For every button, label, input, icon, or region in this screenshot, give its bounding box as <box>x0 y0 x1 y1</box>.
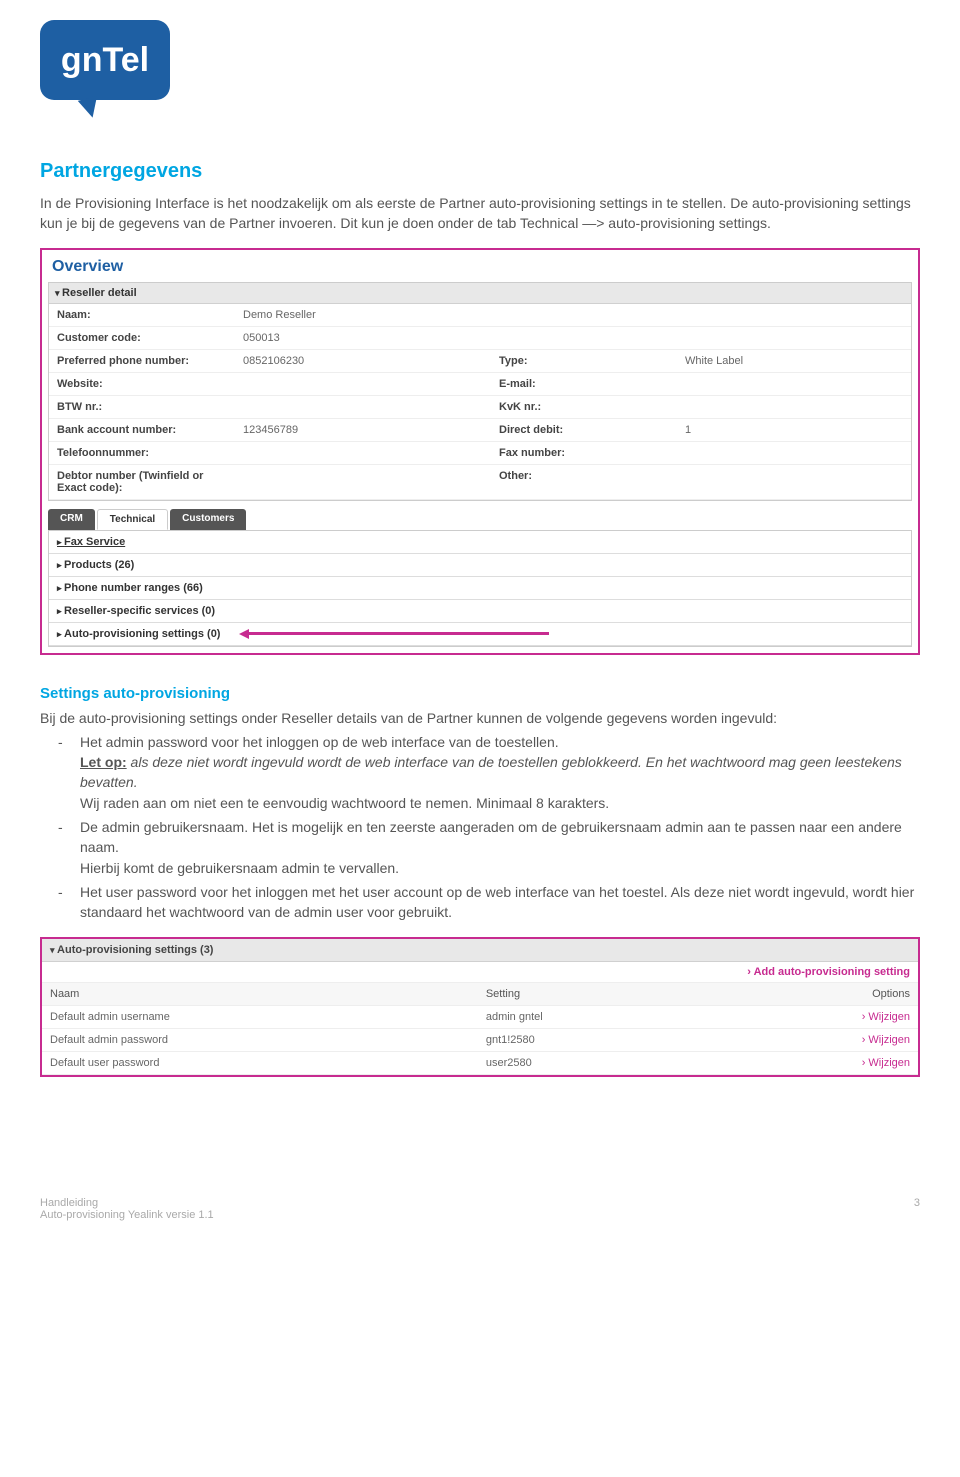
tab-crm[interactable]: CRM <box>48 509 95 530</box>
detail-label: Naam: <box>49 304 235 326</box>
cell-setting: admin gntel <box>478 1005 712 1028</box>
settings-intro: Bij de auto-provisioning settings onder … <box>40 708 920 728</box>
detail-row: Telefoonnummer: Fax number: <box>49 442 911 465</box>
detail-label: Fax number: <box>491 442 677 464</box>
detail-row: Debtor number (Twinfield or Exact code):… <box>49 465 911 500</box>
cell-options: Wijzigen <box>712 1005 918 1028</box>
tab-technical[interactable]: Technical <box>97 509 168 530</box>
aps-header[interactable]: Auto-provisioning settings (3) <box>50 944 213 956</box>
detail-label: Type: <box>491 350 677 372</box>
tab-customers[interactable]: Customers <box>170 509 246 530</box>
table-row: Default user passworduser2580 Wijzigen <box>42 1051 918 1074</box>
detail-label: Telefoonnummer: <box>49 442 235 464</box>
page-number: 3 <box>914 1197 920 1221</box>
detail-row: BTW nr.: KvK nr.: <box>49 396 911 419</box>
detail-value <box>677 327 911 349</box>
page-footer: Handleiding Auto-provisioning Yealink ve… <box>40 1197 920 1221</box>
detail-label: Preferred phone number: <box>49 350 235 372</box>
wijzigen-link[interactable]: Wijzigen <box>862 1057 910 1069</box>
collapsible-item[interactable]: Reseller-specific services (0) <box>49 600 911 623</box>
detail-value <box>235 465 491 499</box>
intro-paragraph: In de Provisioning Interface is het nood… <box>40 193 920 234</box>
brand-logo: gnTel <box>40 20 170 100</box>
detail-value: 0852106230 <box>235 350 491 372</box>
detail-label: BTW nr.: <box>49 396 235 418</box>
cell-naam: Default admin username <box>42 1005 478 1028</box>
table-row: Default admin passwordgnt1!2580 Wijzigen <box>42 1028 918 1051</box>
wijzigen-link[interactable]: Wijzigen <box>862 1011 910 1023</box>
detail-value <box>235 396 491 418</box>
collapsible-list: Fax ServiceProducts (26)Phone number ran… <box>48 530 912 647</box>
detail-value <box>677 396 911 418</box>
detail-row: Preferred phone number:0852106230Type:Wh… <box>49 350 911 373</box>
collapsible-item[interactable]: Products (26) <box>49 554 911 577</box>
collapsible-item[interactable]: Auto-provisioning settings (0) <box>49 623 911 646</box>
detail-label: Direct debit: <box>491 419 677 441</box>
cell-setting: gnt1!2580 <box>478 1028 712 1051</box>
cell-naam: Default user password <box>42 1051 478 1074</box>
detail-label: Website: <box>49 373 235 395</box>
col-naam: Naam <box>42 983 478 1006</box>
footer-line-2: Auto-provisioning Yealink versie 1.1 <box>40 1209 214 1221</box>
highlight-arrow <box>239 629 549 639</box>
detail-label: E-mail: <box>491 373 677 395</box>
page-title: Partnergegevens <box>40 160 920 183</box>
detail-value <box>235 373 491 395</box>
col-setting: Setting <box>478 983 712 1006</box>
tab-bar: CRM Technical Customers <box>48 509 912 530</box>
bullet-admin-username: De admin gebruikersnaam. Het is mogelijk… <box>80 817 920 878</box>
detail-value: 1 <box>677 419 911 441</box>
detail-value: 123456789 <box>235 419 491 441</box>
detail-value: 050013 <box>235 327 491 349</box>
cell-setting: user2580 <box>478 1051 712 1074</box>
detail-value <box>677 465 911 499</box>
reseller-detail-header[interactable]: Reseller detail <box>49 283 911 304</box>
detail-label: Customer code: <box>49 327 235 349</box>
collapsible-item[interactable]: Phone number ranges (66) <box>49 577 911 600</box>
bullet-admin-password: Het admin password voor het inloggen op … <box>80 732 920 813</box>
detail-label: Bank account number: <box>49 419 235 441</box>
detail-label: Debtor number (Twinfield or Exact code): <box>49 465 235 499</box>
settings-subhead: Settings auto-provisioning <box>40 685 920 702</box>
detail-value <box>677 442 911 464</box>
detail-value: White Label <box>677 350 911 372</box>
detail-value <box>235 442 491 464</box>
collapsible-item[interactable]: Fax Service <box>49 531 911 554</box>
logo-text: gnTel <box>61 41 149 80</box>
add-aps-link[interactable]: Add auto-provisioning setting <box>747 966 910 978</box>
cell-naam: Default admin password <box>42 1028 478 1051</box>
footer-line-1: Handleiding <box>40 1197 214 1209</box>
aps-table: Naam Setting Options Default admin usern… <box>42 983 918 1075</box>
detail-value <box>677 304 911 326</box>
detail-row: Customer code:050013 <box>49 327 911 350</box>
aps-panel: Auto-provisioning settings (3) Add auto-… <box>40 937 920 1077</box>
col-options: Options <box>712 983 918 1006</box>
bullet-user-password: Het user password voor het inloggen met … <box>80 882 920 923</box>
detail-row: Bank account number:123456789Direct debi… <box>49 419 911 442</box>
cell-options: Wijzigen <box>712 1028 918 1051</box>
detail-label <box>491 327 677 349</box>
detail-value: Demo Reseller <box>235 304 491 326</box>
detail-label: Other: <box>491 465 677 499</box>
overview-heading: Overview <box>48 256 912 282</box>
detail-label <box>491 304 677 326</box>
detail-label: KvK nr.: <box>491 396 677 418</box>
detail-value <box>677 373 911 395</box>
detail-row: Naam:Demo Reseller <box>49 304 911 327</box>
detail-row: Website: E-mail: <box>49 373 911 396</box>
cell-options: Wijzigen <box>712 1051 918 1074</box>
reseller-detail-box: Reseller detail Naam:Demo ResellerCustom… <box>48 282 912 501</box>
overview-panel: Overview Reseller detail Naam:Demo Resel… <box>40 248 920 655</box>
wijzigen-link[interactable]: Wijzigen <box>862 1034 910 1046</box>
table-row: Default admin usernameadmin gntel Wijzige… <box>42 1005 918 1028</box>
